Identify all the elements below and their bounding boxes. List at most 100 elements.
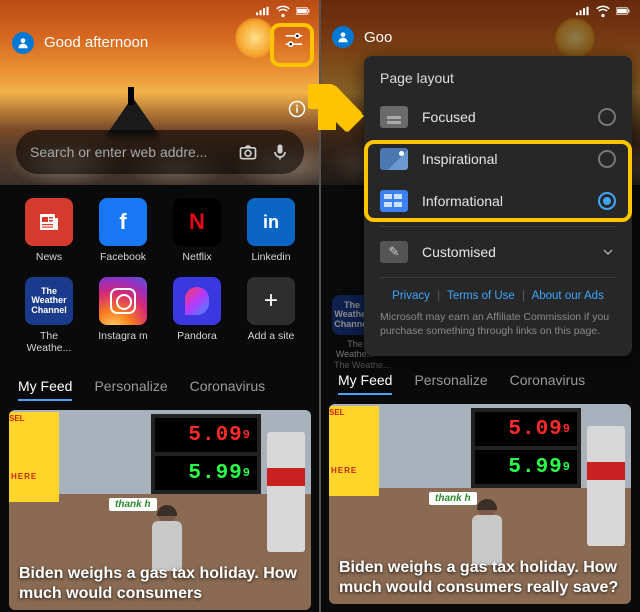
avatar[interactable] [12, 32, 34, 54]
search-input[interactable] [30, 144, 226, 160]
price-1: 5.099 [155, 418, 257, 452]
site-weather[interactable]: The Weather Channel The Weathe... [12, 277, 86, 354]
site-linkedin[interactable]: in Linkedin [234, 198, 308, 263]
option-focused[interactable]: Focused [364, 96, 632, 138]
radio-selected [598, 192, 616, 210]
mic-icon[interactable] [270, 142, 290, 162]
option-label: Customised [422, 244, 586, 260]
search-bar[interactable] [16, 130, 304, 174]
netflix-icon: N [173, 198, 221, 246]
radio-unselected [598, 150, 616, 168]
site-netflix[interactable]: N Netflix [160, 198, 234, 263]
link-terms[interactable]: Terms of Use [447, 290, 515, 302]
info-icon [288, 100, 306, 118]
option-inspirational[interactable]: Inspirational [364, 138, 632, 180]
radio-unselected [598, 108, 616, 126]
signal-icon [576, 4, 590, 18]
site-label: Add a site [248, 330, 295, 342]
focused-icon [380, 106, 408, 128]
site-label: Netflix [182, 251, 211, 263]
status-bar [256, 4, 310, 18]
price-2: 5.999 [475, 450, 577, 484]
site-label: Linkedin [251, 251, 290, 263]
footer-disclaimer: Microsoft may earn an Affiliate Commissi… [364, 306, 632, 344]
site-label: The Weathe... [17, 330, 81, 354]
site-pandora[interactable]: Pandora [160, 277, 234, 354]
site-label: Pandora [177, 330, 217, 342]
feed-card[interactable]: SEL 5.099 5.999 thank h Biden weighs a g… [329, 404, 631, 604]
inspirational-icon [380, 148, 408, 170]
price-1: 5.099 [475, 412, 577, 446]
plus-icon: + [247, 277, 295, 325]
instagram-icon [99, 277, 147, 325]
tower [128, 87, 134, 105]
tab-personalize[interactable]: Personalize [94, 378, 167, 401]
tab-personalize[interactable]: Personalize [414, 372, 487, 395]
site-news[interactable]: News [12, 198, 86, 263]
battery-icon [296, 4, 310, 18]
screenshot-divider [319, 0, 321, 612]
page-layout-button[interactable] [280, 26, 308, 59]
gas-pump [267, 432, 305, 552]
chevron-down-icon [600, 244, 616, 260]
wifi-icon [276, 4, 290, 18]
price-sign: 5.099 5.999 [151, 414, 261, 494]
option-label: Informational [422, 193, 584, 209]
link-privacy[interactable]: Privacy [392, 290, 430, 302]
pandora-icon [173, 277, 221, 325]
separator [380, 226, 616, 227]
site-facebook[interactable]: f Facebook [86, 198, 160, 263]
tab-coronavirus[interactable]: Coronavirus [510, 372, 585, 395]
top-sites-grid: News f Facebook N Netflix in Linkedin The W… [0, 198, 320, 354]
greeting: Good afternoon [44, 34, 270, 51]
tab-my-feed[interactable]: My Feed [18, 378, 72, 401]
separator [380, 277, 616, 278]
camera-icon[interactable] [238, 142, 258, 162]
card-headline: Biden weighs a gas tax holiday. How much… [19, 564, 301, 604]
feed-tabs: My Feed Personalize Coronavirus [0, 378, 320, 401]
site-label: The Weathe... [334, 360, 390, 370]
facebook-icon: f [99, 198, 147, 246]
news-icon [25, 198, 73, 246]
informational-icon [380, 190, 408, 212]
card-headline: Biden weighs a gas tax holiday. How much… [339, 558, 621, 598]
site-label: News [36, 251, 62, 263]
phone-left: Good afternoon News f Facebook N Netflix i… [0, 0, 320, 612]
price-2: 5.999 [155, 456, 257, 490]
option-informational[interactable]: Informational [364, 180, 632, 222]
person-icon [336, 30, 350, 44]
weather-channel-icon: The Weather Channel [25, 277, 73, 325]
popover-title: Page layout [364, 68, 632, 96]
tab-coronavirus[interactable]: Coronavirus [190, 378, 265, 401]
feed-card[interactable]: SEL 5.099 5.999 thank h Biden weighs a g… [9, 410, 311, 610]
page-layout-popover: Page layout Focused Inspirational Inform… [364, 56, 632, 356]
signal-icon [256, 4, 270, 18]
wifi-icon [596, 4, 610, 18]
linkedin-icon: in [247, 198, 295, 246]
gas-pump [587, 426, 625, 546]
info-button[interactable] [288, 100, 306, 123]
header: Good afternoon [0, 26, 320, 59]
header: Goo [320, 26, 640, 48]
option-label: Focused [422, 109, 584, 125]
option-label: Inspirational [422, 151, 584, 167]
site-instagram[interactable]: Instagra m [86, 277, 160, 354]
banner-sign: SEL [329, 406, 379, 496]
avatar[interactable] [332, 26, 354, 48]
sliders-icon [284, 30, 304, 50]
link-ads[interactable]: About our Ads [532, 290, 604, 302]
footer-links: Privacy | Terms of Use | About our Ads [364, 282, 632, 306]
feed-tabs: My Feed Personalize Coronavirus [320, 372, 640, 395]
customised-icon [380, 241, 408, 263]
site-label: Facebook [100, 251, 146, 263]
battery-icon [616, 4, 630, 18]
banner-sign: SEL [9, 412, 59, 502]
person-icon [16, 36, 30, 50]
status-bar [576, 4, 630, 18]
option-customised[interactable]: Customised [364, 231, 632, 273]
site-label: Instagra m [98, 330, 148, 342]
site-add[interactable]: + Add a site [234, 277, 308, 354]
price-sign: 5.099 5.999 [471, 408, 581, 488]
tab-my-feed[interactable]: My Feed [338, 372, 392, 395]
greeting: Goo [364, 29, 628, 46]
